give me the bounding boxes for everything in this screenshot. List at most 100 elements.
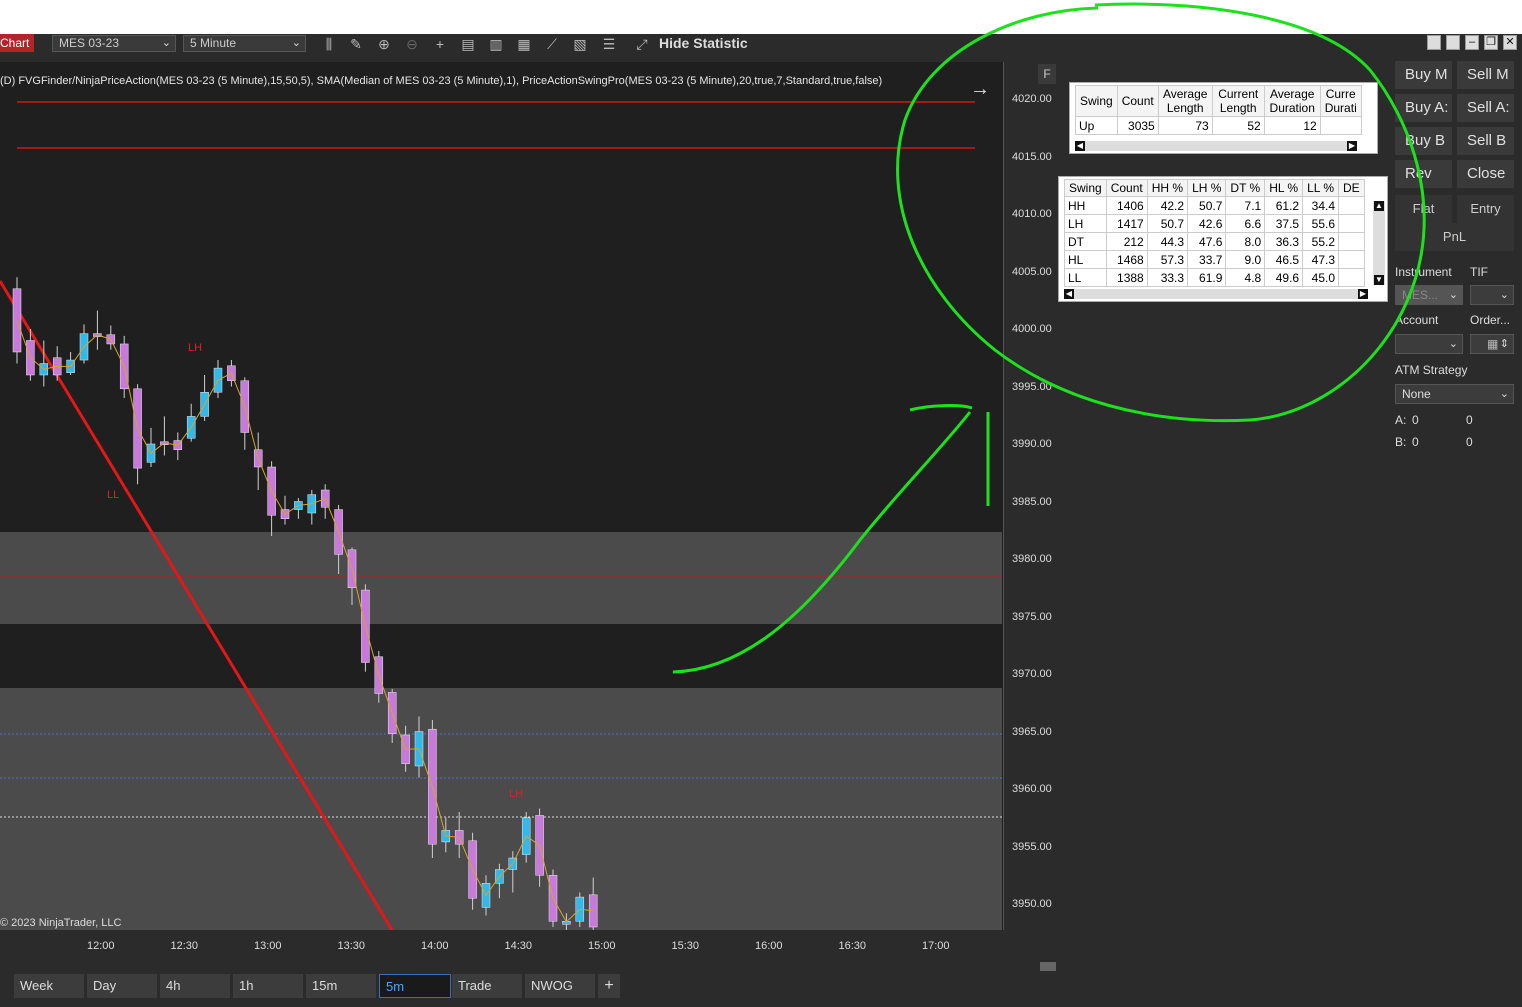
tab-4h[interactable]: 4h: [160, 974, 230, 998]
entry-status: Entry: [1457, 195, 1514, 223]
horizontal-scrollbar[interactable]: ◀ ▶: [1064, 289, 1368, 299]
add-tab-button[interactable]: +: [598, 974, 620, 998]
table-cell: 73: [1157, 116, 1213, 135]
atm-strategy-select[interactable]: None ⌄: [1395, 384, 1514, 404]
sell-ask-button[interactable]: Sell A:: [1457, 94, 1514, 122]
hide-statistic-button[interactable]: Hide Statistic: [659, 34, 748, 52]
chart-tab[interactable]: Chart: [0, 34, 34, 52]
horizontal-scrollbar[interactable]: [0, 960, 1058, 972]
a-value-1: 0: [1412, 413, 1419, 427]
price-tick-label: 3960.00: [1012, 783, 1052, 795]
table-cell: [1338, 232, 1365, 251]
table-row[interactable]: LL 1388 33.3 61.9 4.8 49.6 45.0: [1064, 268, 1365, 287]
bar-type-icon[interactable]: ⫼: [320, 35, 338, 53]
sell-market-button[interactable]: Sell M: [1457, 61, 1514, 89]
column-header: HL %: [1264, 179, 1304, 197]
table-cell: 9.0: [1225, 250, 1266, 269]
time-tick-label: 12:30: [170, 940, 199, 952]
properties-icon[interactable]: ▥: [487, 35, 505, 53]
restore-icon[interactable]: ❐: [1484, 35, 1498, 50]
tab-week[interactable]: Week: [14, 974, 84, 998]
buy-market-button[interactable]: Buy M: [1395, 61, 1452, 89]
price-plot-area[interactable]: (D) FVGFinder/NinjaPriceAction(MES 03-23…: [0, 62, 1004, 930]
reverse-button[interactable]: Rev: [1395, 160, 1452, 188]
column-header: DE: [1338, 179, 1365, 197]
arrow-right-icon[interactable]: →: [970, 78, 990, 101]
data-box-icon[interactable]: ▤: [459, 35, 477, 53]
tab-trade[interactable]: Trade: [452, 974, 522, 998]
price-tick-label: 4020.00: [1012, 93, 1052, 105]
window-tab2-icon[interactable]: [1446, 35, 1460, 50]
scroll-left-icon[interactable]: ◀: [1075, 141, 1085, 151]
buy-ask-button[interactable]: Buy A:: [1395, 94, 1452, 122]
list-icon[interactable]: ☰: [600, 35, 618, 53]
window-tab-icon[interactable]: [1427, 35, 1441, 50]
sell-bid-button[interactable]: Sell B: [1457, 127, 1514, 155]
tab-nwog[interactable]: NWOG: [525, 974, 595, 998]
table-row[interactable]: DT 212 44.3 47.6 8.0 36.3 55.2: [1064, 232, 1365, 251]
column-header: Average Duration: [1263, 85, 1321, 117]
table-cell: 47.3: [1302, 250, 1340, 269]
order-quantity-stepper[interactable]: ▦ ⇕: [1470, 334, 1514, 354]
scroll-right-icon[interactable]: ▶: [1347, 141, 1357, 151]
table-cell: HH: [1064, 196, 1107, 215]
fvg-zone-upper: [0, 532, 1002, 624]
calculator-icon[interactable]: ▦: [1487, 335, 1498, 353]
tab-1h[interactable]: 1h: [233, 974, 303, 998]
scroll-down-icon[interactable]: ▼: [1374, 275, 1384, 285]
table-cell: 42.2: [1146, 196, 1189, 215]
expand-icon[interactable]: ⤢: [633, 35, 651, 53]
b-value-1: 0: [1412, 435, 1419, 449]
table-cell: DT: [1064, 232, 1107, 251]
close-icon[interactable]: ✕: [1503, 35, 1517, 50]
tab-5m[interactable]: 5m: [379, 974, 451, 998]
chevron-down-icon: ⌄: [161, 37, 171, 49]
interval-value: 5 Minute: [190, 36, 237, 50]
table-row[interactable]: Up 3035 73 52 12: [1075, 116, 1362, 135]
table-row[interactable]: LH 1417 50.7 42.6 6.6 37.5 55.6: [1064, 214, 1365, 233]
table-row[interactable]: HL 1468 57.3 33.7 9.0 46.5 47.3: [1064, 250, 1365, 269]
table-cell: 45.0: [1302, 268, 1340, 287]
indicators-icon[interactable]: ▦: [515, 35, 533, 53]
strategies-icon[interactable]: ⟋: [543, 35, 561, 53]
column-header: Current Length: [1211, 85, 1265, 117]
instrument-selector[interactable]: MES 03-23 ⌄: [52, 35, 176, 52]
time-tick-label: 16:00: [755, 940, 783, 952]
buy-bid-button[interactable]: Buy B: [1395, 127, 1452, 155]
scroll-thumb[interactable]: [1040, 962, 1056, 971]
tab-15m[interactable]: 15m: [306, 974, 376, 998]
horizontal-scrollbar[interactable]: ◀ ▶: [1075, 141, 1357, 151]
table-cell: HL: [1064, 250, 1107, 269]
zoom-out-icon[interactable]: ⊖: [403, 35, 421, 53]
column-header: Swing: [1064, 179, 1107, 197]
tab-day[interactable]: Day: [87, 974, 157, 998]
vertical-scrollbar[interactable]: ▲ ▼: [1373, 201, 1385, 285]
zoom-in-icon[interactable]: ⊕: [375, 35, 393, 53]
b-value-2: 0: [1466, 435, 1473, 449]
account-select[interactable]: ⌄: [1395, 334, 1463, 354]
close-position-button[interactable]: Close: [1457, 160, 1514, 188]
time-tick-label: 14:00: [421, 940, 449, 952]
scroll-right-icon[interactable]: ▶: [1358, 289, 1368, 299]
chevron-down-icon: ⌄: [1499, 388, 1509, 400]
crosshair-icon[interactable]: +: [431, 35, 449, 53]
interval-selector[interactable]: 5 Minute ⌄: [183, 35, 306, 52]
draw-pencil-icon[interactable]: ✎: [347, 35, 365, 53]
templates-icon[interactable]: ▧: [571, 35, 589, 53]
table-cell: 44.3: [1146, 232, 1189, 251]
price-tick-label: 4015.00: [1012, 150, 1052, 163]
f-button[interactable]: F: [1038, 64, 1056, 84]
table-row[interactable]: HH 1406 42.2 50.7 7.1 61.2 34.4: [1064, 196, 1365, 215]
price-tick-label: 3965.00: [1012, 725, 1052, 738]
order-quantity-label: Order...: [1470, 313, 1511, 327]
minimize-icon[interactable]: –: [1465, 35, 1479, 50]
table-cell: 3035: [1116, 116, 1159, 135]
stepper-arrows-icon[interactable]: ⇕: [1500, 335, 1509, 353]
scroll-left-icon[interactable]: ◀: [1064, 289, 1074, 299]
tif-select[interactable]: ⌄: [1470, 285, 1514, 305]
instrument-label: Instrument: [1395, 265, 1452, 279]
instrument-select[interactable]: MES... ⌄: [1395, 285, 1463, 305]
swing-statistic-table-1: Swing Count Average Length Current Lengt…: [1069, 82, 1378, 154]
scroll-up-icon[interactable]: ▲: [1374, 201, 1384, 211]
account-label: Account: [1395, 313, 1439, 327]
